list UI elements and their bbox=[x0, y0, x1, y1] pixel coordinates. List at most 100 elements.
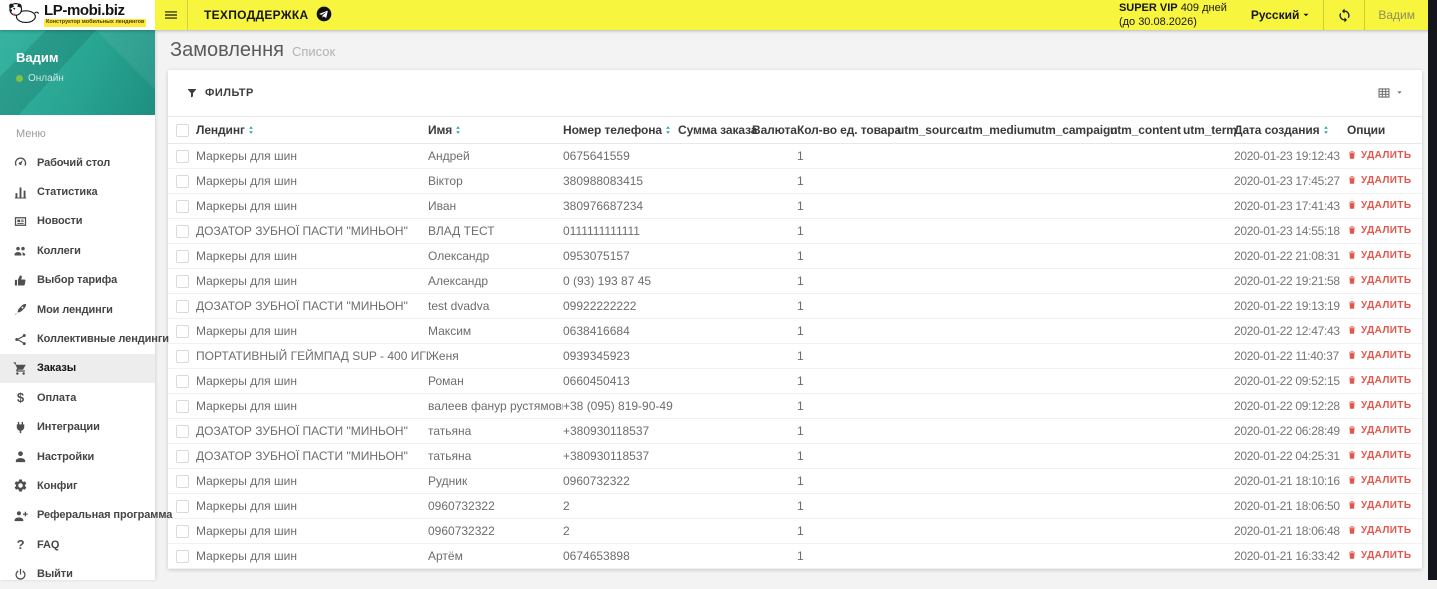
column-label: utm_source bbox=[897, 123, 965, 137]
scrollbar[interactable] bbox=[1428, 0, 1437, 580]
row-checkbox[interactable] bbox=[176, 174, 189, 188]
sidebar-item-collective-landings[interactable]: Коллективные лендинги bbox=[0, 324, 169, 353]
sidebar-item-payment[interactable]: $ Оплата bbox=[0, 383, 155, 412]
cell-currency bbox=[752, 368, 797, 394]
cell-landing: ПОРТАТИВНЫЙ ГЕЙМПАД SUP - 400 ИГР В 1 bbox=[196, 343, 428, 369]
menu-toggle-button[interactable] bbox=[155, 0, 187, 30]
cell-quantity: 1 bbox=[797, 293, 897, 319]
delete-button[interactable]: УДАЛИТЬ bbox=[1347, 400, 1411, 411]
sort-icon bbox=[666, 126, 670, 134]
app-logo[interactable]: LP-mobi.biz Конструктор мобильных лендин… bbox=[0, 0, 155, 30]
cell-quantity: 1 bbox=[797, 168, 897, 194]
cell-landing: Маркеры для шин bbox=[196, 543, 428, 569]
column-header: utm_medium bbox=[961, 116, 1035, 144]
row-checkbox[interactable] bbox=[176, 449, 189, 463]
support-button[interactable]: ТЕХПОДДЕРЖКА bbox=[187, 0, 348, 30]
row-checkbox[interactable] bbox=[176, 549, 189, 563]
sidebar-item-config[interactable]: Конфиг bbox=[0, 471, 155, 500]
sidebar-item-orders[interactable]: Заказы bbox=[0, 353, 155, 384]
cell-name: валеев фанур рустямович bbox=[428, 393, 563, 419]
delete-button[interactable]: УДАЛИТЬ bbox=[1347, 225, 1411, 236]
sidebar-item-settings[interactable]: Настройки bbox=[0, 442, 155, 471]
sidebar-item-tariff[interactable]: Выбор тарифа bbox=[0, 266, 155, 295]
delete-button[interactable]: УДАЛИТЬ bbox=[1347, 325, 1411, 336]
row-checkbox[interactable] bbox=[176, 524, 189, 538]
cell-created-date: 2020-01-22 06:28:49 bbox=[1234, 418, 1347, 444]
cell-utm-campaign bbox=[1034, 343, 1110, 369]
delete-button[interactable]: УДАЛИТЬ bbox=[1347, 350, 1411, 361]
cell-name: Женя bbox=[428, 343, 563, 369]
row-checkbox[interactable] bbox=[176, 299, 189, 313]
cell-name: татьяна bbox=[428, 443, 563, 469]
row-checkbox[interactable] bbox=[176, 399, 189, 413]
delete-button[interactable]: УДАЛИТЬ bbox=[1347, 200, 1411, 211]
cell-currency bbox=[752, 443, 797, 469]
row-checkbox[interactable] bbox=[176, 199, 189, 213]
row-checkbox[interactable] bbox=[176, 474, 189, 488]
sidebar-item-my-landings[interactable]: Мои лендинги bbox=[0, 295, 155, 324]
logo-subtitle: Конструктор мобильных лендингов bbox=[44, 19, 147, 27]
row-checkbox[interactable] bbox=[176, 249, 189, 263]
cell-utm-content bbox=[1110, 418, 1183, 444]
trash-icon bbox=[1349, 451, 1355, 459]
sidebar-item-faq[interactable]: ? FAQ bbox=[0, 530, 155, 559]
delete-button[interactable]: УДАЛИТЬ bbox=[1347, 275, 1411, 286]
sidebar-item-integrations[interactable]: Интеграции bbox=[0, 413, 155, 442]
cell-utm-source bbox=[897, 443, 961, 469]
sidebar-item-logout[interactable]: Выйти bbox=[0, 559, 155, 588]
row-checkbox[interactable] bbox=[176, 499, 189, 513]
trash-icon bbox=[1349, 376, 1355, 384]
cell-utm-campaign bbox=[1034, 393, 1110, 419]
language-selector[interactable]: Русский bbox=[1239, 8, 1324, 22]
cell-utm-term bbox=[1183, 193, 1234, 219]
row-checkbox[interactable] bbox=[176, 349, 189, 363]
page-title: Замовлення bbox=[170, 39, 284, 61]
integrations-icon bbox=[12, 419, 29, 435]
filter-button[interactable]: ФИЛЬТР bbox=[186, 87, 254, 99]
sidebar-item-statistics[interactable]: Статистика bbox=[0, 177, 155, 206]
delete-button[interactable]: УДАЛИТЬ bbox=[1347, 175, 1411, 186]
delete-button[interactable]: УДАЛИТЬ bbox=[1347, 250, 1411, 261]
delete-button[interactable]: УДАЛИТЬ bbox=[1347, 450, 1411, 461]
row-checkbox[interactable] bbox=[176, 374, 189, 388]
cell-created-date: 2020-01-22 09:52:15 bbox=[1234, 368, 1347, 394]
delete-button[interactable]: УДАЛИТЬ bbox=[1347, 475, 1411, 486]
topbar-username[interactable]: Вадим bbox=[1365, 8, 1428, 22]
refresh-button[interactable] bbox=[1324, 0, 1364, 30]
sidebar-item-news[interactable]: Новости bbox=[0, 207, 155, 236]
sidebar-item-referral[interactable]: Реферальная программа bbox=[0, 501, 172, 530]
column-label: Опции bbox=[1347, 123, 1386, 137]
column-label: Дата создания bbox=[1234, 123, 1320, 137]
delete-button[interactable]: УДАЛИТЬ bbox=[1347, 300, 1411, 311]
delete-button[interactable]: УДАЛИТЬ bbox=[1347, 525, 1411, 536]
online-status-icon bbox=[16, 75, 23, 82]
card-toolbar: ФИЛЬТР bbox=[168, 70, 1422, 116]
column-header[interactable]: Имя bbox=[428, 116, 563, 144]
select-all-checkbox[interactable] bbox=[176, 123, 189, 137]
row-checkbox[interactable] bbox=[176, 274, 189, 288]
delete-button[interactable]: УДАЛИТЬ bbox=[1347, 500, 1411, 511]
cell-utm-term bbox=[1183, 343, 1234, 369]
sidebar-item-colleagues[interactable]: Коллеги bbox=[0, 236, 155, 265]
row-checkbox[interactable] bbox=[176, 224, 189, 238]
row-checkbox[interactable] bbox=[176, 424, 189, 438]
column-settings-button[interactable] bbox=[1377, 84, 1404, 102]
column-header[interactable]: Номер телефона bbox=[563, 116, 678, 144]
cell-utm-term bbox=[1183, 543, 1234, 569]
column-header[interactable]: Лендинг bbox=[196, 116, 428, 144]
column-header[interactable]: Дата создания bbox=[1234, 116, 1347, 144]
sidebar-item-dashboard[interactable]: Рабочий стол bbox=[0, 148, 155, 177]
cell-landing: ДОЗАТОР ЗУБНОЇ ПАСТИ "МИНЬОН" bbox=[196, 218, 428, 244]
delete-button[interactable]: УДАЛИТЬ bbox=[1347, 375, 1411, 386]
delete-button[interactable]: УДАЛИТЬ bbox=[1347, 150, 1411, 161]
row-checkbox[interactable] bbox=[176, 149, 189, 163]
cell-phone: 0675641559 bbox=[563, 143, 678, 169]
cell-created-date: 2020-01-21 18:06:48 bbox=[1234, 518, 1347, 544]
trash-icon bbox=[1349, 426, 1355, 434]
table-row: ДОЗАТОР ЗУБНОЇ ПАСТИ "МИНЬОН" татьяна +3… bbox=[168, 443, 1422, 469]
delete-button[interactable]: УДАЛИТЬ bbox=[1347, 550, 1411, 561]
row-checkbox[interactable] bbox=[176, 324, 189, 338]
delete-button[interactable]: УДАЛИТЬ bbox=[1347, 425, 1411, 436]
orders-table-body: Маркеры для шин Андрей 0675641559 1 2020… bbox=[168, 143, 1422, 569]
column-label: utm_campaign bbox=[1034, 123, 1118, 137]
